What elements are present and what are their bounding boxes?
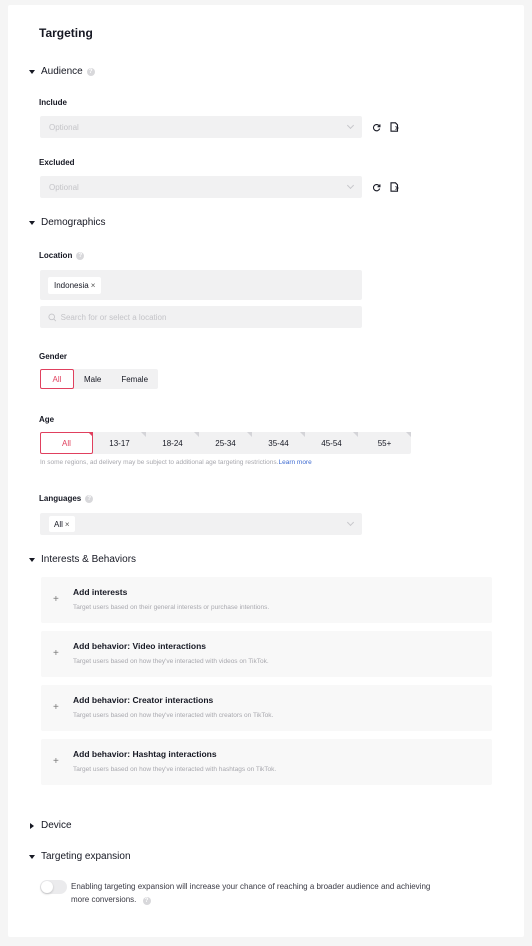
gender-label: Gender [39, 352, 68, 361]
targeting-expansion-description: Enabling targeting expansion will increa… [71, 880, 441, 906]
include-select[interactable]: Optional [40, 116, 362, 138]
section-device-toggle[interactable]: Device [28, 820, 72, 831]
add-interests-card[interactable]: + Add interests Target users based on th… [41, 577, 492, 623]
location-tag: Indonesia × [48, 276, 102, 294]
age-option-label: 45-54 [321, 438, 342, 448]
age-option-35-44[interactable]: 35-44 [252, 432, 305, 454]
age-option-label: 55+ [377, 438, 392, 448]
caret-down-icon [29, 220, 35, 225]
age-option-label: 13-17 [109, 438, 130, 448]
plus-icon: + [53, 648, 59, 659]
refresh-icon [372, 123, 380, 131]
languages-label-text: Languages [39, 494, 82, 503]
help-icon[interactable]: ? [76, 251, 85, 260]
age-option-label: 25-34 [215, 438, 236, 448]
age-hint-text: In some regions, ad delivery may be subj… [40, 459, 279, 466]
help-icon[interactable]: ? [85, 494, 94, 503]
card-description: Target users based on how they've intera… [73, 658, 269, 665]
plus-icon: + [53, 594, 59, 605]
switch-knob [41, 881, 53, 893]
search-icon [48, 313, 57, 321]
age-segmented-control: All 13-17 18-24 25-34 35-44 45-54 55+ [40, 432, 411, 454]
expansion-description-text: Enabling targeting expansion will increa… [71, 882, 431, 904]
age-label: Age [39, 415, 55, 424]
add-video-interactions-card[interactable]: + Add behavior: Video interactions Targe… [41, 631, 492, 677]
add-creator-interactions-card[interactable]: + Add behavior: Creator interactions Tar… [41, 685, 492, 731]
location-label: Location ? [39, 251, 85, 260]
gender-segmented-control: All Male Female [40, 369, 159, 389]
languages-select[interactable]: All × [40, 513, 362, 535]
location-tag-label: Indonesia [54, 280, 89, 290]
refresh-icon [372, 183, 380, 191]
chevron-down-icon [346, 518, 355, 527]
caret-down-icon [29, 854, 35, 859]
remove-tag-icon[interactable]: × [65, 520, 70, 529]
learn-more-link[interactable]: Learn more [278, 459, 311, 466]
include-refresh-button[interactable] [371, 122, 381, 132]
section-demographics-label: Demographics [41, 217, 106, 228]
age-option-label: 35-44 [268, 438, 289, 448]
card-title: Add interests [73, 587, 128, 597]
card-title: Add behavior: Video interactions [73, 641, 207, 651]
section-targeting-expansion-label: Targeting expansion [41, 851, 131, 862]
gender-option-all[interactable]: All [40, 369, 74, 389]
language-tag: All × [49, 516, 75, 532]
age-option-55-plus[interactable]: 55+ [358, 432, 411, 454]
help-icon[interactable]: ? [142, 897, 151, 905]
age-option-13-17[interactable]: 13-17 [93, 432, 146, 454]
gender-option-male[interactable]: Male [74, 369, 111, 389]
section-interests-label: Interests & Behaviors [41, 554, 137, 565]
add-hashtag-interactions-card[interactable]: + Add behavior: Hashtag interactions Tar… [41, 739, 492, 785]
include-import-button[interactable] [389, 122, 399, 132]
excluded-placeholder: Optional [49, 182, 79, 192]
location-selected-box: Indonesia × [40, 270, 362, 300]
age-option-all[interactable]: All [40, 432, 93, 454]
card-description: Target users based on how they've intera… [73, 712, 274, 719]
age-option-label: 18-24 [162, 438, 183, 448]
age-option-25-34[interactable]: 25-34 [199, 432, 252, 454]
excluded-select[interactable]: Optional [40, 176, 362, 198]
include-placeholder: Optional [49, 122, 79, 132]
include-label: Include [39, 98, 68, 107]
remove-tag-icon[interactable]: × [91, 281, 96, 290]
card-title: Add behavior: Creator interactions [73, 695, 214, 705]
excluded-import-button[interactable] [389, 182, 399, 192]
section-interests-toggle[interactable]: Interests & Behaviors [28, 554, 136, 565]
section-device-label: Device [41, 820, 72, 831]
age-restriction-hint: In some regions, ad delivery may be subj… [40, 459, 312, 466]
section-targeting-expansion-toggle[interactable]: Targeting expansion [28, 851, 131, 862]
targeting-card [8, 5, 524, 937]
location-search-input[interactable] [60, 312, 354, 322]
section-audience-label: Audience [41, 66, 83, 77]
excluded-label: Excluded [39, 158, 75, 167]
chevron-down-icon [346, 181, 355, 190]
card-description: Target users based on how they've intera… [73, 766, 277, 773]
file-import-icon [389, 182, 399, 192]
plus-icon: + [53, 702, 59, 713]
corner-marker [406, 432, 411, 437]
targeting-expansion-switch[interactable] [40, 880, 67, 894]
section-demographics-toggle[interactable]: Demographics [28, 217, 105, 228]
file-import-icon [389, 122, 399, 132]
plus-icon: + [53, 756, 59, 767]
page-title: Targeting [39, 26, 93, 40]
languages-label: Languages ? [39, 494, 94, 503]
gender-option-female[interactable]: Female [111, 369, 158, 389]
age-option-label: All [62, 438, 71, 448]
location-label-text: Location [39, 251, 73, 260]
location-search-field[interactable] [40, 306, 362, 328]
help-icon[interactable]: ? [86, 67, 95, 76]
card-description: Target users based on their general inte… [73, 604, 270, 611]
card-title: Add behavior: Hashtag interactions [73, 749, 217, 759]
language-tag-label: All [54, 519, 63, 529]
age-option-18-24[interactable]: 18-24 [146, 432, 199, 454]
caret-down-icon [29, 69, 35, 74]
caret-right-icon [30, 822, 34, 829]
chevron-down-icon [346, 121, 355, 130]
caret-down-icon [29, 557, 35, 562]
section-audience-toggle[interactable]: Audience ? [28, 66, 95, 77]
age-option-45-54[interactable]: 45-54 [305, 432, 358, 454]
excluded-refresh-button[interactable] [371, 182, 381, 192]
